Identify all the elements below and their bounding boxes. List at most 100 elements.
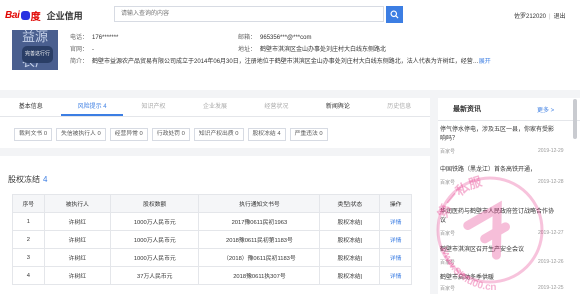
tab-risk-alert[interactable]: 风险提示 4 xyxy=(61,98,123,116)
subtab-count: 0 xyxy=(43,131,48,137)
intro-row: 简介： 鹤壁市益源农产品贸易有限公司成立于2014年06月30日，注册地位于鹤壁市… xyxy=(70,56,491,65)
phone-value: 176******* xyxy=(92,35,119,41)
news-item-source: 百家号 xyxy=(440,231,456,237)
subtab-judgments[interactable]: 裁判文书 0 xyxy=(14,128,53,141)
logo-text-du: 度 xyxy=(30,11,41,23)
tab-label: 新闻舆论 xyxy=(325,104,350,110)
risk-subtabs: 裁判文书 0 失信被执行人 0 经营异常 0 行政处罚 0 知识产权出质 0 股… xyxy=(14,128,332,141)
type-status-cell: 股权冻结| xyxy=(319,266,381,285)
news-item-title[interactable]: 鹤壁市淇滨区召开生产安全会议 xyxy=(440,246,558,255)
section-title: 股权冻结 4 xyxy=(8,174,47,185)
equity-amount-cell: 1000万人民币元 xyxy=(110,212,200,231)
column-header: 股权数额 xyxy=(110,194,200,213)
tab-bar: 基本信息 风险提示 4 知识产权 企业发展 经营状况 新闻舆论 历史信息 xyxy=(0,98,430,117)
website-value: - xyxy=(92,47,95,53)
address-row: 地址： 鹤壁市淇滨区金山办事处刘庄村大白线东侧路北 xyxy=(238,44,386,53)
subtab-ip-pledge[interactable]: 知识产权出质 0 xyxy=(193,128,244,141)
news-item-title[interactable]: 中国铁路（黑龙江）首条高铁开通， xyxy=(440,166,558,175)
news-item-title[interactable]: 鹤壁市启动冬季供暖 xyxy=(440,274,558,283)
section-title-text: 股权冻结 xyxy=(8,175,40,184)
subtab-label: 经营异常 xyxy=(114,131,138,137)
tab-label: 经营状况 xyxy=(264,104,289,110)
subtab-label: 股权冻结 xyxy=(252,131,276,137)
user-name-link[interactable]: 佐罗212020 xyxy=(514,14,546,20)
user-area: 佐罗212020 | 退出 xyxy=(514,11,566,20)
website-row: 官网： - xyxy=(70,44,94,53)
notice-number-cell: 2018豫0611民初第1183号 xyxy=(198,230,321,249)
subtab-penalty[interactable]: 行政处罚 0 xyxy=(151,128,190,141)
equity-freeze-table: 序号 被执行人 股权数额 执行通知文书号 类型|状态 操作 1 许树红 1000… xyxy=(12,194,412,285)
phone-label: 电话： xyxy=(70,35,89,41)
table-row: 1 许树红 1000万人民币元 2017豫0611民初1963 股权冻结| 详情 xyxy=(12,212,412,231)
news-more-link[interactable]: 更多 > xyxy=(537,105,554,114)
tab-history[interactable]: 历史信息 xyxy=(369,98,430,116)
tab-news[interactable]: 新闻舆论 xyxy=(307,98,368,116)
notice-number-cell: 2017豫0611民初1963 xyxy=(198,212,321,231)
tab-basic-info[interactable]: 基本信息 xyxy=(0,98,61,116)
table-header-row: 序号 被执行人 股权数额 执行通知文书号 类型|状态 操作 xyxy=(12,194,412,213)
executee-cell: 许树红 xyxy=(43,266,112,285)
news-item-source: 百家号 xyxy=(440,149,456,155)
row-index: 1 xyxy=(12,212,45,231)
equity-amount-cell: 37万人民币元 xyxy=(110,266,200,285)
executee-cell: 许树红 xyxy=(43,230,112,249)
subtab-count: 0 xyxy=(319,131,323,137)
news-divider xyxy=(438,120,580,121)
tab-development[interactable]: 企业发展 xyxy=(184,98,245,116)
subtab-label: 严重违法 xyxy=(294,131,318,137)
news-item-source: 百家号 xyxy=(440,286,456,292)
details-link[interactable]: 详情 xyxy=(379,230,412,249)
subtab-label: 失信被执行人 xyxy=(61,131,96,137)
subtab-label: 行政处罚 xyxy=(156,131,180,137)
claim-company-button[interactable]: 完善这行行 xyxy=(22,46,54,63)
subtab-label: 知识产权出质 xyxy=(198,131,234,137)
equity-amount-cell: 1000万人民币元 xyxy=(110,248,200,267)
subtab-dishonest[interactable]: 失信被执行人 0 xyxy=(56,128,106,141)
tab-label: 知识产权 xyxy=(141,104,166,110)
section-divider xyxy=(0,148,430,156)
tab-operations[interactable]: 经营状况 xyxy=(246,98,307,116)
search-box[interactable] xyxy=(114,6,384,22)
row-index: 2 xyxy=(12,230,45,249)
table-row: 2 许树红 1000万人民币元 2018豫0611民初第1183号 股权冻结| … xyxy=(12,230,412,249)
logo-text-bai: Bai xyxy=(5,9,20,21)
news-item-title[interactable]: 华润医药与鹤壁市人民政府签订战略合作协议 xyxy=(440,208,558,226)
subtab-count: 0 xyxy=(235,131,239,137)
tab-intellectual-property[interactable]: 知识产权 xyxy=(123,98,184,116)
news-item-date: 2019-12-26 xyxy=(538,259,564,265)
email-value[interactable]: 965356***@***com xyxy=(260,35,311,41)
subtab-serious-violation[interactable]: 严重违法 0 xyxy=(289,128,328,141)
type-status-cell: 股权冻结| xyxy=(319,230,381,249)
news-item-date: 2019-12-29 xyxy=(538,148,564,154)
subtab-label: 裁判文书 xyxy=(19,131,43,137)
news-sidebar: 最新资讯 更多 > 停气停水停电，涉及五区一县，你家有受影响吗？ 百家号 201… xyxy=(438,98,580,294)
executee-cell: 许树红 xyxy=(43,248,112,267)
news-item-title[interactable]: 停气停水停电，涉及五区一县，你家有受影响吗？ xyxy=(440,126,558,144)
tab-label: 企业发展 xyxy=(202,104,227,110)
notice-number-cell: （2018）豫0611民初1183号 xyxy=(198,248,321,267)
column-header: 执行通知文书号 xyxy=(198,194,321,213)
details-link[interactable]: 详情 xyxy=(379,212,412,231)
phone-row: 电话： 176******* xyxy=(70,32,118,41)
search-input[interactable] xyxy=(115,7,381,21)
subtab-abnormal[interactable]: 经营异常 0 xyxy=(109,128,148,141)
details-link[interactable]: 详情 xyxy=(379,248,412,267)
baidu-logo[interactable]: Bai 度 企业信用 xyxy=(5,8,83,23)
email-label: 邮箱： xyxy=(238,35,257,41)
row-index: 4 xyxy=(12,266,45,285)
intro-value: 鹤壁市益源农产品贸易有限公司成立于2014年06月30日，注册地位于鹤壁市淇滨区… xyxy=(92,59,479,65)
table-row: 3 许树红 1000万人民币元 （2018）豫0611民初1183号 股权冻结|… xyxy=(12,248,412,267)
search-button[interactable] xyxy=(386,6,403,23)
news-item-source: 百家号 xyxy=(440,180,456,186)
news-item-date: 2019-12-28 xyxy=(538,179,564,185)
subtab-equity-freeze[interactable]: 股权冻结 4 xyxy=(247,128,286,141)
tab-label: 基本信息 xyxy=(18,104,43,110)
details-link[interactable]: 详情 xyxy=(379,266,412,285)
logo-subtitle: 企业信用 xyxy=(46,10,83,21)
expand-intro-link[interactable]: 展开 xyxy=(479,59,491,65)
address-label: 地址： xyxy=(238,47,257,53)
logout-link[interactable]: 退出 xyxy=(554,14,566,20)
subtab-count: 4 xyxy=(277,131,281,137)
tab-count: 4 xyxy=(103,104,107,110)
page-scrollbar[interactable] xyxy=(573,99,577,139)
